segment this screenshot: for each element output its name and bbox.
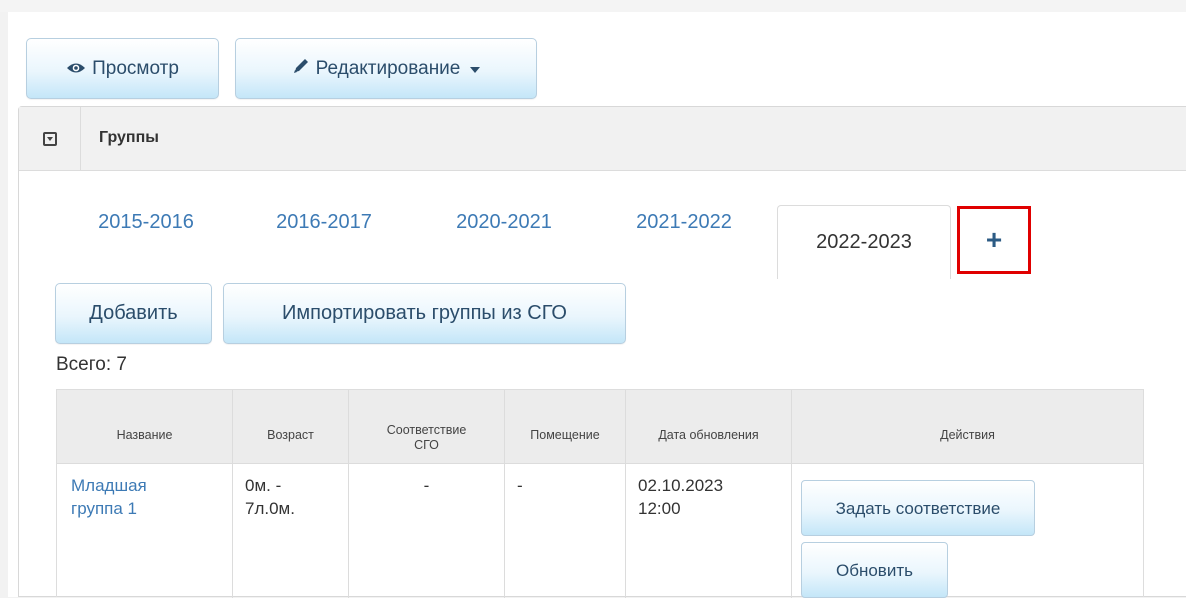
group-room-cell: - (505, 464, 626, 598)
panel-header: Группы (19, 107, 1186, 171)
pencil-icon (292, 57, 310, 81)
view-mode-button[interactable]: Просмотр (26, 38, 219, 99)
tab-2022-2023[interactable]: 2022-2023 (777, 205, 951, 279)
import-button-label: Импортировать группы из СГО (282, 302, 567, 324)
tab-label: 2022-2023 (816, 231, 912, 253)
column-header-updated[interactable]: Дата обновления (626, 390, 792, 464)
plus-icon: + (985, 224, 1003, 255)
group-name-link[interactable]: Младшая группа 1 (57, 464, 233, 598)
group-updated-cell: 02.10.2023 12:00 (626, 464, 792, 598)
chevron-down-icon (470, 66, 481, 73)
tab-label: 2021-2022 (636, 210, 732, 233)
add-button-label: Добавить (89, 302, 178, 324)
column-header-name[interactable]: Название (57, 390, 233, 464)
import-groups-button[interactable]: Импортировать группы из СГО (223, 283, 626, 344)
tab-label: 2020-2021 (456, 210, 552, 233)
tab-label: 2015-2016 (98, 210, 194, 233)
edit-mode-dropdown[interactable]: Редактирование (235, 38, 537, 99)
group-actions-cell: Задать соответствие Обновить (792, 464, 1143, 598)
group-age-cell: 0м. - 7л.0м. (233, 464, 349, 598)
tab-2016-2017[interactable]: 2016-2017 (244, 193, 404, 251)
view-mode-label: Просмотр (92, 57, 179, 79)
tab-2020-2021[interactable]: 2020-2021 (424, 193, 584, 251)
column-header-age[interactable]: Возраст (233, 390, 349, 464)
set-match-button[interactable]: Задать соответствие (801, 480, 1035, 536)
collapse-toggle[interactable] (19, 107, 81, 170)
collapse-icon (42, 131, 57, 146)
eye-icon (66, 58, 86, 80)
add-tab-button[interactable]: + (957, 206, 1031, 274)
refresh-button[interactable]: Обновить (801, 542, 948, 598)
column-header-actions: Действия (792, 390, 1143, 464)
tab-2021-2022[interactable]: 2021-2022 (604, 193, 764, 251)
edit-mode-label: Редактирование (315, 57, 461, 79)
add-button[interactable]: Добавить (55, 283, 212, 344)
tab-label: 2016-2017 (276, 210, 372, 233)
panel-title: Группы (99, 129, 159, 146)
top-edge (0, 0, 1186, 12)
total-count: Всего: 7 (56, 354, 127, 375)
group-sgo-match-cell: - (349, 464, 505, 598)
column-header-room[interactable]: Помещение (505, 390, 626, 464)
column-header-sgo-match[interactable]: Соответствие СГО (349, 390, 505, 464)
tab-2015-2016[interactable]: 2015-2016 (68, 193, 224, 251)
groups-table: Название Возраст Соответствие СГО Помеще… (56, 389, 1144, 598)
